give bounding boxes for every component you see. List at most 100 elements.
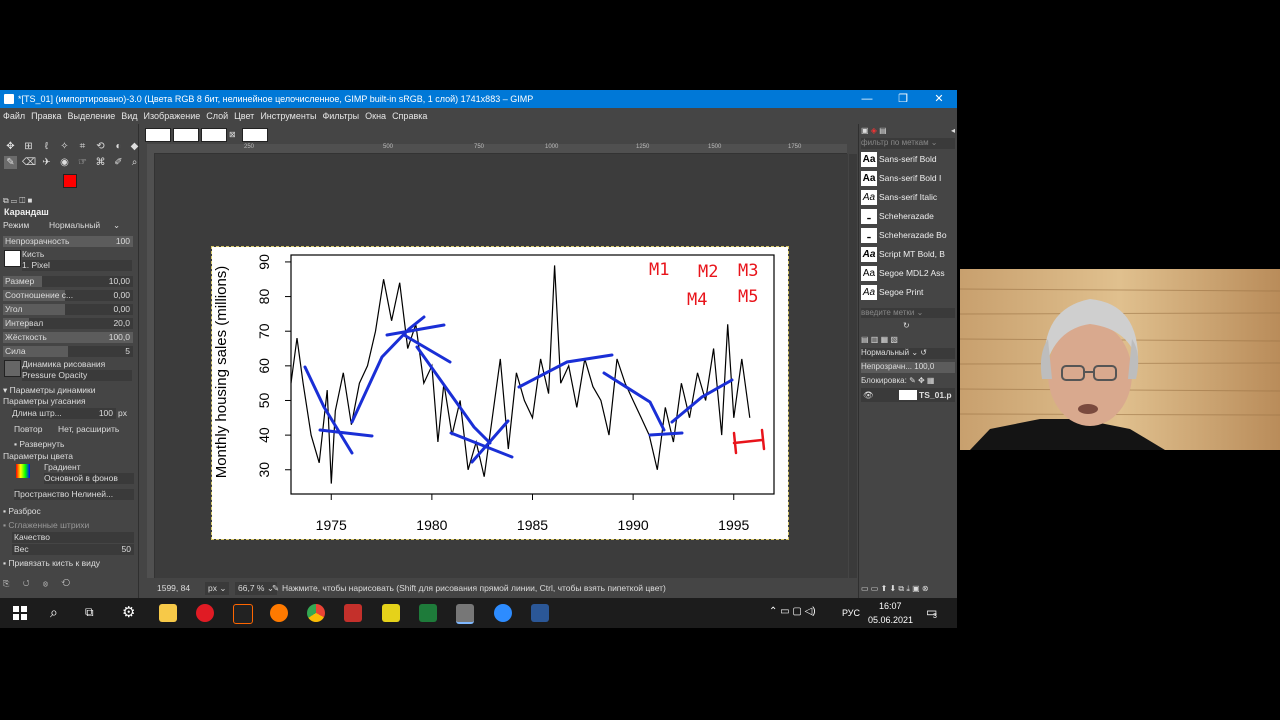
toolbox-footer-icons[interactable]: ⎘ ↺ ⊗ ⟲ [3,579,133,591]
font-item[interactable]: ـ Scheherazade Bo [861,228,953,246]
font-item[interactable]: Aa Sans-serif Bold I [861,171,953,189]
font-item[interactable]: Aa Segoe Print [861,285,953,303]
aspect-slider[interactable]: Соотношение с... 0,00 [3,290,133,301]
menu-colors[interactable]: Цвет [231,108,257,121]
pencil-tool-icon[interactable]: ✎ [4,156,17,169]
ruler-vertical[interactable] [147,153,155,578]
menu-filters[interactable]: Фильтры [319,108,362,121]
repeat-row[interactable]: Повтор Нет, расширить [14,424,134,435]
refresh-icon[interactable]: ↻ [903,321,910,330]
menu-help[interactable]: Справка [389,108,430,121]
app-icon[interactable] [233,604,253,624]
image-tab[interactable] [145,128,171,142]
font-item[interactable]: Aa Script MT Bold, B [861,247,953,265]
menu-tools[interactable]: Инструменты [257,108,319,121]
menu-select[interactable]: Выделение [65,108,119,121]
app-icon[interactable] [344,604,362,622]
snap-checkbox[interactable]: ▪ Привязать кисть к виду [3,558,133,569]
font-item[interactable]: Aa Sans-serif Italic [861,190,953,208]
close-button[interactable]: ✕ [921,90,957,108]
menu-file[interactable]: Файл [0,108,28,121]
free-select-icon[interactable]: ℓ [40,140,53,153]
image-tab[interactable] [201,128,227,142]
mode-select[interactable]: Нормальный [49,220,100,230]
language-indicator[interactable]: РУС [842,608,860,618]
zoom-icon[interactable] [494,604,512,622]
excel-icon[interactable] [419,604,437,622]
image-tab[interactable] [242,128,268,142]
fuzzy-select-icon[interactable]: ✧ [58,140,71,153]
force-slider[interactable]: Сила 5 [3,346,133,357]
menu-windows[interactable]: Окна [362,108,389,121]
maximize-button[interactable]: ❐ [885,90,921,108]
zoom-select[interactable]: 66,7 % ⌄ [235,582,277,595]
gimp-taskbar-icon[interactable] [456,604,474,624]
opera-icon[interactable] [196,604,214,622]
menu-edit[interactable]: Правка [28,108,64,121]
windows-start-icon[interactable] [13,606,27,620]
quality-slider[interactable]: Качество [12,532,134,543]
weight-slider[interactable]: Вес 50 [12,544,134,555]
scatter-checkbox[interactable]: ▪ Разброс [3,506,133,517]
path-tool-icon[interactable]: ⌘ [94,156,107,169]
dock-menu-icon[interactable]: ◂ [951,126,955,135]
angle-slider[interactable]: Угол 0,00 [3,304,133,315]
color-space-select[interactable]: Пространство Нелиней... [14,489,134,500]
crop-tool-icon[interactable]: ⌗ [76,140,89,153]
vertical-scrollbar[interactable] [849,154,857,578]
tray-icons[interactable]: ⌃ ▭ ▢ ◁) [769,606,816,617]
layer-opacity-slider[interactable]: Непрозрачн... 100,0 [861,362,955,373]
dynamics-icon[interactable] [4,360,21,377]
layers-footer-icons[interactable]: ▭ ▭ ⬆ ⬇ ⧉ ⤓ ▣ ⊗ [861,584,929,594]
lock-row[interactable]: Блокировка: ✎ ✥ ▦ [861,376,934,385]
menu-image[interactable]: Изображение [141,108,204,121]
gradient-icon[interactable] [16,464,30,478]
fade-length-field[interactable]: Длина штр... 100 [12,408,116,419]
word-icon[interactable] [531,604,549,622]
eraser-icon[interactable]: ⌫ [22,156,36,169]
foreground-color[interactable] [63,174,77,188]
menu-layer[interactable]: Слой [203,108,231,121]
close-tab-icon[interactable]: ⊠ [229,130,236,139]
layer-name[interactable]: TS_01.p [919,390,952,400]
font-filter-input[interactable]: фильтр по меткам ⌄ [861,138,955,149]
ruler-horizontal[interactable]: 250 500 750 1000 1250 1500 1750 [147,144,847,154]
smudge-tool-icon[interactable]: ☞ [76,156,89,169]
eye-icon[interactable]: 👁 [863,390,874,401]
search-icon[interactable]: ⌕ [50,604,58,621]
layers-tab-icons[interactable]: ▤ ▥ ▦ ▧ [861,335,898,344]
smooth-checkbox[interactable]: ▪ Сглаженные штрихи [3,520,133,531]
dynamics-options-expander[interactable]: ▾ Параметры динамики [3,385,133,396]
tags-input[interactable]: введите метки ⌄ [861,308,955,318]
fade-unit[interactable]: px [118,408,132,419]
opacity-slider[interactable]: Непрозрачность 100 [3,236,133,247]
firefox-icon[interactable] [270,604,288,622]
clone-tool-icon[interactable]: ◉ [58,156,71,169]
dock-tab-icons[interactable]: ▣ ◈ ▤ [861,126,887,135]
hardness-slider[interactable]: Жёсткость 100,0 [3,332,133,343]
dynamics-select[interactable]: Pressure Opacity [22,370,132,381]
font-item[interactable]: Aa Sans-serif Bold [861,152,953,170]
layer-row[interactable]: 👁 TS_01.p [861,388,955,402]
settings-gear-icon[interactable]: ⚙ [122,603,135,621]
menu-view[interactable]: Вид [118,108,140,121]
file-explorer-icon[interactable] [159,604,177,622]
font-item[interactable]: Aa Segoe MDL2 Ass [861,266,953,284]
brush-preview[interactable] [4,250,21,267]
warp-tool-icon[interactable]: ◐ [112,140,125,153]
size-slider[interactable]: Размер 10,00 [3,276,133,287]
clock-date[interactable]: 05.06.2021 [868,615,913,625]
image-tab[interactable] [173,128,199,142]
app-icon[interactable] [382,604,400,622]
brush-select[interactable]: 1. Pixel [22,260,132,271]
canvas-viewport[interactable]: Monthly housing sales (millions) 30 40 50 6… [155,154,848,578]
chrome-icon[interactable] [307,604,325,622]
image-canvas[interactable]: Monthly housing sales (millions) 30 40 50 6… [211,246,789,540]
minimize-button[interactable]: — [849,90,885,108]
airbrush-icon[interactable]: ✈ [40,156,53,169]
mode-row[interactable]: Режим Нормальный ⌄ [3,220,133,231]
clock-time[interactable]: 16:07 [879,601,902,611]
unit-select[interactable]: px ⌄ [205,582,230,595]
task-view-icon[interactable]: ⧉ [85,605,94,620]
align-tool-icon[interactable]: ⊞ [22,140,35,153]
